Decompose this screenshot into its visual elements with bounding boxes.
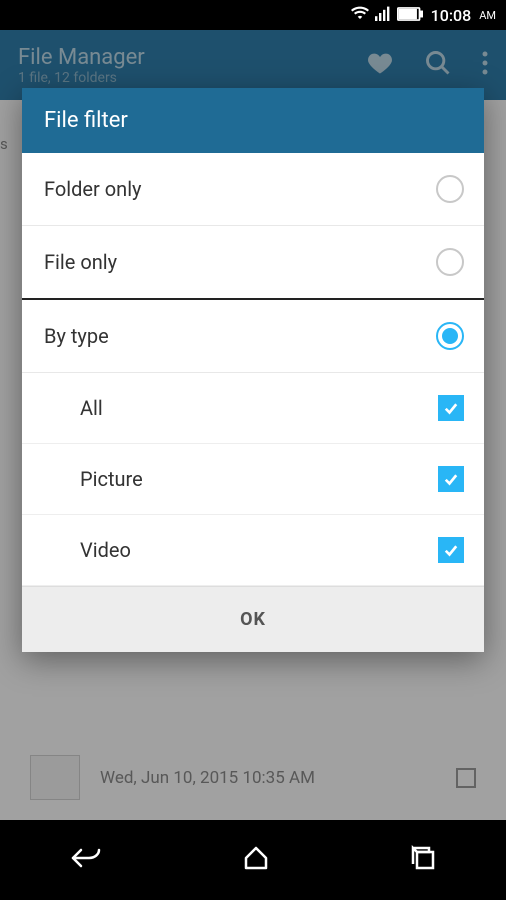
dialog-footer: OK — [22, 586, 484, 652]
wifi-icon — [351, 5, 369, 25]
option-label: File only — [44, 250, 117, 274]
dialog-title: File filter — [22, 88, 484, 153]
radio-button[interactable] — [436, 248, 464, 276]
checkbox[interactable] — [438, 537, 464, 563]
back-button[interactable] — [69, 844, 103, 876]
radio-button[interactable] — [436, 322, 464, 350]
subtype-label: All — [80, 396, 103, 420]
status-time: 10:08 — [431, 6, 472, 25]
subtype-label: Picture — [80, 467, 143, 491]
nav-bar — [0, 820, 506, 900]
signal-icon — [375, 5, 391, 25]
option-file-only[interactable]: File only — [22, 226, 484, 300]
file-filter-dialog: File filter Folder only File only By typ… — [22, 88, 484, 652]
recent-button[interactable] — [409, 844, 437, 876]
ok-button[interactable]: OK — [240, 609, 266, 630]
checkbox[interactable] — [438, 395, 464, 421]
battery-icon — [397, 6, 423, 25]
radio-button[interactable] — [436, 175, 464, 203]
subtype-all[interactable]: All — [22, 373, 484, 444]
option-label: Folder only — [44, 177, 142, 201]
subtype-video[interactable]: Video — [22, 515, 484, 586]
status-bar: 10:08 AM — [0, 0, 506, 30]
status-ampm: AM — [479, 9, 496, 22]
subtype-label: Video — [80, 538, 131, 562]
option-folder-only[interactable]: Folder only — [22, 153, 484, 226]
modal-overlay[interactable]: File filter Folder only File only By typ… — [0, 30, 506, 820]
checkbox[interactable] — [438, 466, 464, 492]
home-button[interactable] — [242, 844, 270, 876]
subtype-picture[interactable]: Picture — [22, 444, 484, 515]
option-by-type[interactable]: By type — [22, 300, 484, 373]
option-label: By type — [44, 324, 109, 348]
